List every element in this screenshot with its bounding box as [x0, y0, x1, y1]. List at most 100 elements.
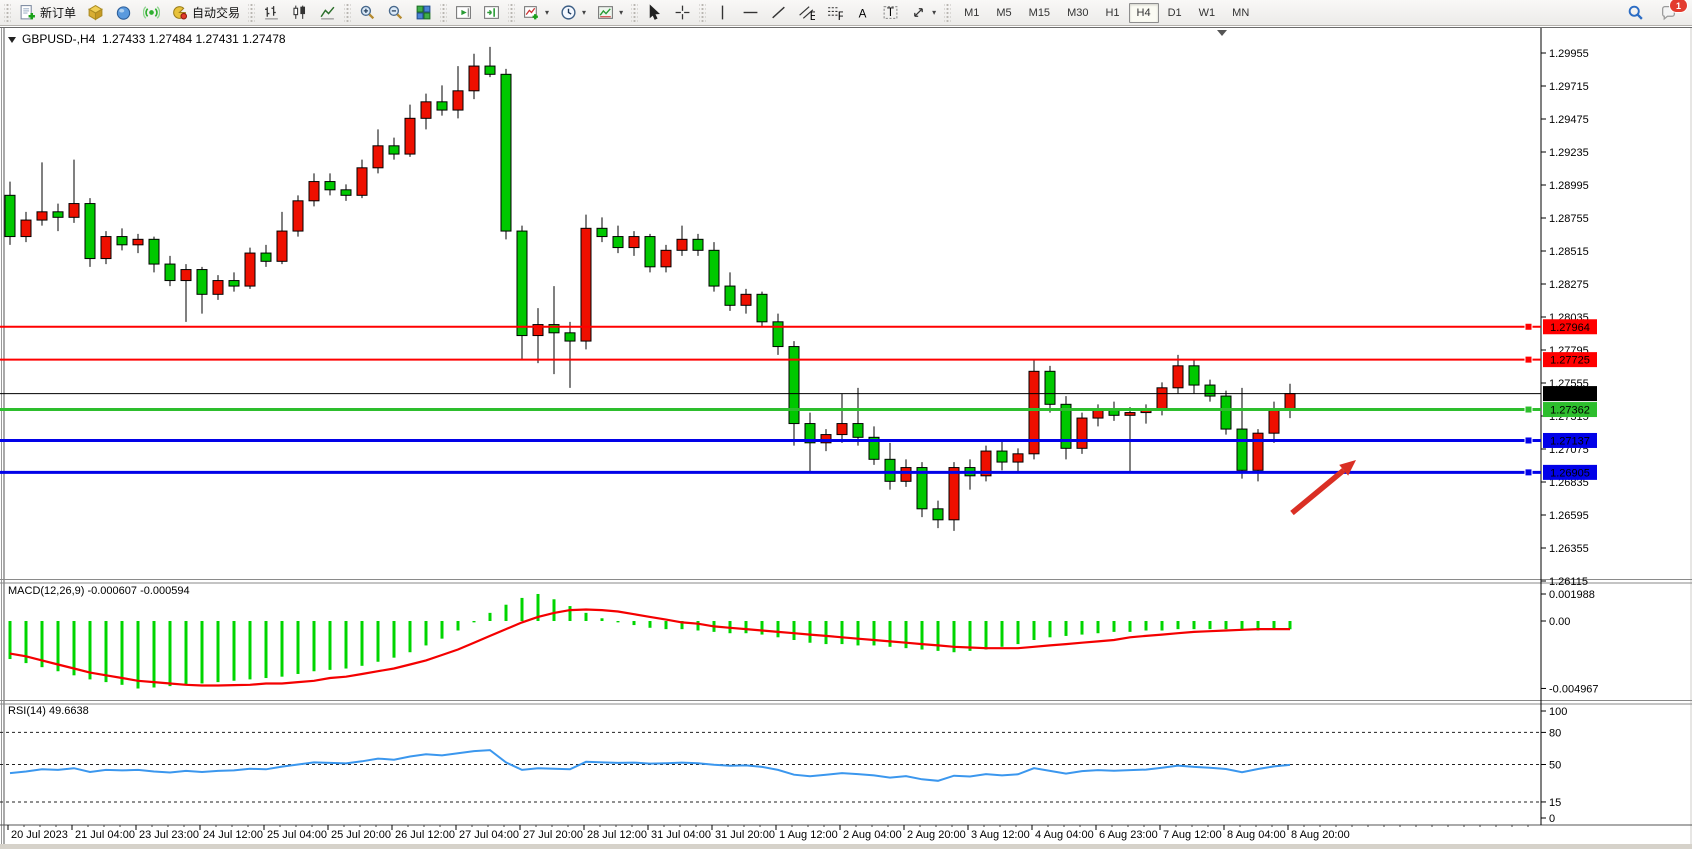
tab-timeframe-m30[interactable]: M30 [1059, 3, 1096, 23]
channel-tool-button[interactable]: E [793, 1, 820, 24]
shapes-caret: ▾ [932, 8, 936, 17]
svg-text:E: E [810, 10, 815, 21]
periods-button[interactable]: ▾ [555, 1, 591, 24]
chart-shift-button[interactable] [478, 1, 505, 24]
market-depth-button[interactable] [82, 1, 109, 24]
svg-text:25 Jul 20:00: 25 Jul 20:00 [331, 829, 391, 841]
tab-timeframe-mn[interactable]: MN [1224, 3, 1257, 23]
zoom-in-icon [359, 4, 376, 21]
svg-text:4 Aug 04:00: 4 Aug 04:00 [1035, 829, 1094, 841]
svg-text:1.27478: 1.27478 [1550, 389, 1590, 401]
toolbar-grip[interactable] [699, 4, 706, 22]
svg-text:50: 50 [1549, 760, 1561, 772]
toolbar-grip[interactable] [344, 4, 351, 22]
svg-text:F: F [838, 10, 843, 21]
auto-trading-button[interactable]: 自动交易 [166, 1, 245, 24]
toolbar-grip[interactable] [4, 4, 11, 22]
svg-text:0.00: 0.00 [1549, 616, 1570, 628]
svg-text:1.27725: 1.27725 [1550, 355, 1590, 367]
cursor-tool-button[interactable] [641, 1, 668, 24]
trendline-tool-button[interactable] [765, 1, 792, 24]
svg-text:23 Jul 23:00: 23 Jul 23:00 [139, 829, 199, 841]
new-order-label: 新订单 [40, 4, 76, 21]
auto-scroll-icon [455, 4, 472, 21]
svg-text:1.26905: 1.26905 [1550, 467, 1590, 479]
zoom-out-button[interactable] [382, 1, 409, 24]
tab-timeframe-m15[interactable]: M15 [1021, 3, 1058, 23]
auto-trading-label: 自动交易 [192, 4, 240, 21]
tab-timeframe-h1[interactable]: H1 [1097, 3, 1127, 23]
svg-text:1.28755: 1.28755 [1549, 213, 1589, 225]
chart-canvas[interactable]: 1.299551.297151.294751.292351.289951.287… [0, 26, 1692, 849]
tab-timeframe-h4[interactable]: H4 [1129, 3, 1159, 23]
svg-text:A: A [859, 7, 867, 20]
chart-collapse-icon[interactable] [8, 37, 16, 43]
search-icon [1627, 4, 1644, 21]
candlestick-mode-button[interactable] [286, 1, 313, 24]
tab-timeframe-d1[interactable]: D1 [1160, 3, 1190, 23]
search-button[interactable] [1622, 1, 1649, 24]
timeframe-toolbar: M1M5M15M30H1H4D1W1MN [956, 3, 1257, 23]
clock-icon [560, 4, 577, 21]
vline-tool-button[interactable] [709, 1, 736, 24]
notifications-button[interactable]: 1 [1655, 1, 1682, 24]
toolbar-grip[interactable] [944, 4, 951, 22]
svg-text:7 Aug 12:00: 7 Aug 12:00 [1163, 829, 1222, 841]
line-chart-mode-button[interactable] [314, 1, 341, 24]
gold-cube-icon [87, 4, 104, 21]
horizontal-line-icon [742, 4, 759, 21]
template-icon [597, 4, 614, 21]
svg-text:T: T [887, 6, 894, 19]
svg-text:80: 80 [1549, 727, 1561, 739]
templates-button[interactable]: ▾ [592, 1, 628, 24]
chart-symbol-label: GBPUSD-,H4 [22, 32, 95, 46]
svg-text:8 Aug 04:00: 8 Aug 04:00 [1227, 829, 1286, 841]
indicators-caret: ▾ [545, 8, 549, 17]
svg-text:20 Jul 2023: 20 Jul 2023 [11, 829, 68, 841]
svg-text:26 Jul 12:00: 26 Jul 12:00 [395, 829, 455, 841]
svg-text:1.27137: 1.27137 [1550, 435, 1590, 447]
community-button[interactable] [110, 1, 137, 24]
text-tool-button[interactable]: A [849, 1, 876, 24]
crosshair-tool-button[interactable] [669, 1, 696, 24]
svg-text:1.29715: 1.29715 [1549, 81, 1589, 93]
equidistant-channel-icon: E [798, 4, 815, 21]
svg-text:100: 100 [1549, 706, 1567, 718]
toolbar-grip[interactable] [440, 4, 447, 22]
chart-window[interactable]: 1.299551.297151.294751.292351.289951.287… [0, 26, 1692, 849]
svg-text:1.29475: 1.29475 [1549, 114, 1589, 126]
shapes-tool-button[interactable]: ▾ [905, 1, 941, 24]
auto-trading-icon [171, 4, 188, 21]
fibonacci-icon: F [826, 4, 843, 21]
new-order-button[interactable]: 新订单 [14, 1, 81, 24]
svg-text:1.28275: 1.28275 [1549, 279, 1589, 291]
zoom-in-button[interactable] [354, 1, 381, 24]
svg-text:15: 15 [1549, 797, 1561, 809]
svg-text:1.26355: 1.26355 [1549, 543, 1589, 555]
toolbar-grip[interactable] [631, 4, 638, 22]
svg-text:1.26595: 1.26595 [1549, 510, 1589, 522]
indicators-button[interactable]: ▾ [518, 1, 554, 24]
signals-button[interactable] [138, 1, 165, 24]
fibonacci-tool-button[interactable]: F [821, 1, 848, 24]
text-label-icon: T [882, 4, 899, 21]
tab-timeframe-w1[interactable]: W1 [1191, 3, 1224, 23]
svg-text:-0.004967: -0.004967 [1549, 683, 1599, 695]
bar-chart-mode-button[interactable] [258, 1, 285, 24]
tab-timeframe-m5[interactable]: M5 [988, 3, 1019, 23]
tab-timeframe-m1[interactable]: M1 [956, 3, 987, 23]
svg-text:6 Aug 23:00: 6 Aug 23:00 [1099, 829, 1158, 841]
tile-windows-button[interactable] [410, 1, 437, 24]
hline-tool-button[interactable] [737, 1, 764, 24]
main-toolbar: 新订单 自动交易 [0, 0, 1692, 26]
toolbar-grip[interactable] [508, 4, 515, 22]
svg-text:2 Aug 04:00: 2 Aug 04:00 [843, 829, 902, 841]
chart-ohlc-values: 1.27433 1.27484 1.27431 1.27478 [102, 32, 286, 46]
blue-orb-icon [115, 4, 132, 21]
label-tool-button[interactable]: T [877, 1, 904, 24]
toolbar-grip[interactable] [248, 4, 255, 22]
auto-scroll-button[interactable] [450, 1, 477, 24]
svg-text:1.26115: 1.26115 [1549, 576, 1588, 588]
arrows-shapes-icon [910, 4, 927, 21]
svg-text:31 Jul 04:00: 31 Jul 04:00 [651, 829, 711, 841]
